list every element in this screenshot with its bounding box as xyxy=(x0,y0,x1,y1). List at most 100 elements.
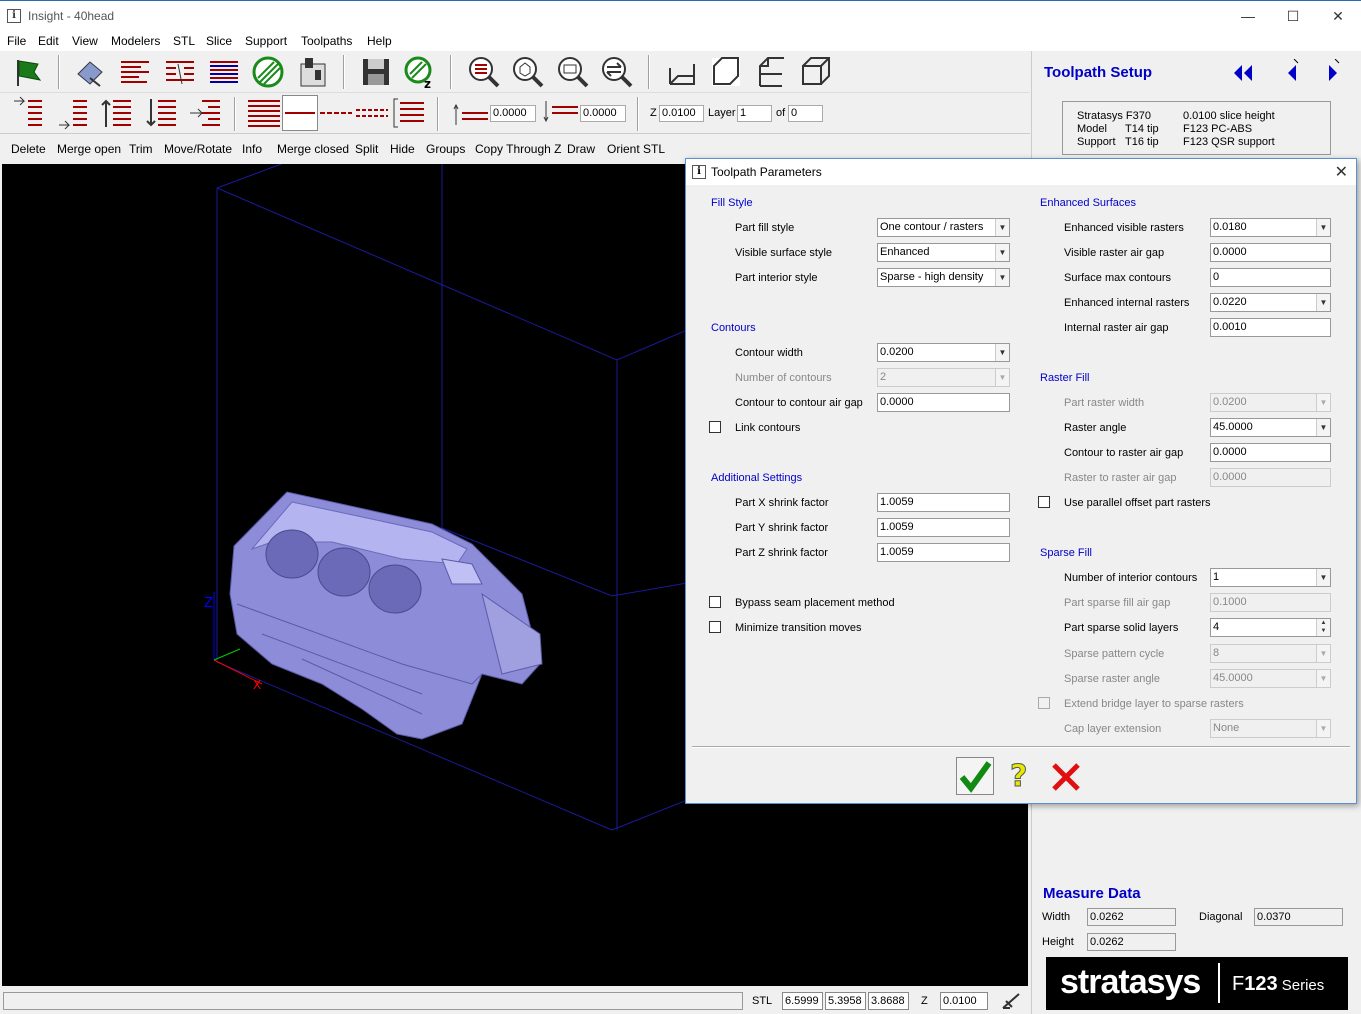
save-icon[interactable] xyxy=(358,54,394,90)
bypass-seam-checkbox[interactable] xyxy=(709,596,721,608)
layer-down-icon[interactable] xyxy=(144,95,180,131)
extend-bridge-label: Extend bridge layer to sparse rasters xyxy=(1064,698,1244,710)
merge-open-button[interactable]: Merge open xyxy=(57,142,121,156)
menu-support[interactable]: Support xyxy=(245,34,287,48)
help-button[interactable]: ? xyxy=(1006,759,1036,795)
draw-button[interactable]: Draw xyxy=(567,142,595,156)
single-layer-icon[interactable] xyxy=(282,95,318,131)
toolpath-up-icon[interactable] xyxy=(55,95,91,131)
delete-button[interactable]: Delete xyxy=(11,142,46,156)
slice-model-icon[interactable] xyxy=(72,54,108,90)
hide-button[interactable]: Hide xyxy=(390,142,415,156)
visible-surface-style-select[interactable]: Enhanced ▼ xyxy=(877,243,1010,262)
question-icon: ? xyxy=(1009,759,1028,795)
insert-layer-icon[interactable] xyxy=(188,95,224,131)
bracket-layers-icon[interactable] xyxy=(392,95,428,131)
menu-help[interactable]: Help xyxy=(367,34,392,48)
zoom-window-icon[interactable] xyxy=(466,54,502,90)
raster-lines-icon[interactable] xyxy=(206,54,242,90)
range-end-icon[interactable] xyxy=(542,95,580,131)
sparse-solid-layers-label: Part sparse solid layers xyxy=(1064,622,1179,634)
view-top-icon[interactable] xyxy=(708,54,744,90)
zoom-out-icon[interactable] xyxy=(555,54,591,90)
contour-width-select[interactable]: 0.0200 ▼ xyxy=(877,343,1010,362)
contour-raster-gap-label: Contour to raster air gap xyxy=(1064,447,1184,459)
ok-button[interactable] xyxy=(956,757,994,795)
menu-slice[interactable]: Slice xyxy=(206,34,232,48)
visible-raster-air-gap-input[interactable]: 0.0000 xyxy=(1210,243,1331,262)
range-start-icon[interactable] xyxy=(452,95,490,131)
menu-toolpaths[interactable]: Toolpaths xyxy=(301,34,352,48)
layer-field[interactable]: 1 xyxy=(737,105,772,122)
menu-view[interactable]: View xyxy=(72,34,98,48)
dashed-layers-icon[interactable] xyxy=(354,95,390,131)
enhanced-internal-rasters-select[interactable]: 0.0220 ▼ xyxy=(1210,293,1331,312)
fill-style-heading: Fill Style xyxy=(711,197,753,209)
internal-raster-air-gap-input[interactable]: 0.0010 xyxy=(1210,318,1331,337)
machine-setup-icon[interactable] xyxy=(295,54,331,90)
toolpath-parameters-dialog: i Toolpath Parameters ✕ Fill Style Part … xyxy=(685,158,1357,804)
maximize-icon[interactable]: ☐ xyxy=(1280,5,1306,27)
copy-through-z-button[interactable]: Copy Through Z xyxy=(475,142,562,156)
contour-raster-gap-input[interactable]: 0.0000 xyxy=(1210,443,1331,462)
view-side-icon[interactable] xyxy=(752,54,788,90)
move-rotate-button[interactable]: Move/Rotate xyxy=(164,142,232,156)
next-page-icon[interactable] xyxy=(1325,58,1343,83)
z-height-field[interactable]: 0.0100 xyxy=(659,105,704,122)
app-info-icon: i xyxy=(7,9,21,23)
merge-lines-icon[interactable] xyxy=(162,54,198,90)
sparse-solid-layers-spinner[interactable]: 4 ▲ ▼ xyxy=(1210,618,1331,637)
dashed-layer-icon[interactable] xyxy=(318,95,354,131)
zoom-previous-icon[interactable] xyxy=(599,54,635,90)
previous-page-icon[interactable] xyxy=(1282,58,1300,83)
toolpath-setup-title: Toolpath Setup xyxy=(1044,64,1153,81)
close-window-icon[interactable]: ✕ xyxy=(1325,5,1351,27)
contour-air-gap-input[interactable]: 0.0000 xyxy=(877,393,1010,412)
interior-contours-select[interactable]: 1 ▼ xyxy=(1210,568,1331,587)
all-layers-icon[interactable] xyxy=(246,95,282,131)
minimize-transition-checkbox[interactable] xyxy=(709,621,721,633)
layer-up-icon[interactable] xyxy=(99,95,135,131)
info-button[interactable]: Info xyxy=(242,142,262,156)
number-of-contours-label: Number of contours xyxy=(735,372,832,384)
groups-button[interactable]: Groups xyxy=(426,142,465,156)
chevron-down-icon: ▼ xyxy=(995,344,1009,361)
toolpath-lines-icon[interactable] xyxy=(117,54,153,90)
menu-stl[interactable]: STL xyxy=(173,34,195,48)
toolpath-down-icon[interactable] xyxy=(10,95,46,131)
layer-count-field: 0 xyxy=(788,105,823,122)
menu-edit[interactable]: Edit xyxy=(38,34,59,48)
save-zip-icon[interactable]: z xyxy=(402,54,438,91)
view-iso-icon[interactable] xyxy=(797,54,833,90)
z-shrink-input[interactable]: 1.0059 xyxy=(877,543,1010,562)
orient-stl-button[interactable]: Orient STL xyxy=(607,142,665,156)
part-fill-style-select[interactable]: One contour / rasters ▼ xyxy=(877,218,1010,237)
part-interior-style-select[interactable]: Sparse - high density ▼ xyxy=(877,268,1010,287)
surface-max-contours-input[interactable]: 0 xyxy=(1210,268,1331,287)
minimize-icon[interactable]: — xyxy=(1235,5,1261,27)
x-shrink-input[interactable]: 1.0059 xyxy=(877,493,1010,512)
cancel-button[interactable] xyxy=(1048,759,1084,795)
stratasys-logo: stratasys F123 Series xyxy=(1046,957,1348,1010)
menu-modelers[interactable]: Modelers xyxy=(111,34,160,48)
enhanced-visible-rasters-select[interactable]: 0.0180 ▼ xyxy=(1210,218,1331,237)
split-button[interactable]: Split xyxy=(355,142,378,156)
layer-label: Layer xyxy=(708,107,736,119)
raster-angle-select[interactable]: 45.0000 ▼ xyxy=(1210,418,1331,437)
view-front-icon[interactable] xyxy=(664,54,700,90)
link-contours-checkbox[interactable] xyxy=(709,421,721,433)
zoom-fit-icon[interactable] xyxy=(510,54,546,90)
flag-icon[interactable] xyxy=(10,54,46,90)
menu-file[interactable]: File xyxy=(7,34,26,48)
trim-button[interactable]: Trim xyxy=(129,142,153,156)
dialog-info-icon: i xyxy=(692,165,706,179)
range-start-field[interactable]: 0.0000 xyxy=(490,105,536,122)
fill-pattern-icon[interactable] xyxy=(250,54,286,90)
first-page-icon[interactable] xyxy=(1232,63,1254,83)
status-tool-icon[interactable] xyxy=(1000,991,1022,1011)
merge-closed-button[interactable]: Merge closed xyxy=(277,142,349,156)
dialog-close-icon[interactable]: ✕ xyxy=(1335,162,1348,182)
parallel-offset-checkbox[interactable] xyxy=(1038,496,1050,508)
range-end-field[interactable]: 0.0000 xyxy=(580,105,626,122)
y-shrink-input[interactable]: 1.0059 xyxy=(877,518,1010,537)
